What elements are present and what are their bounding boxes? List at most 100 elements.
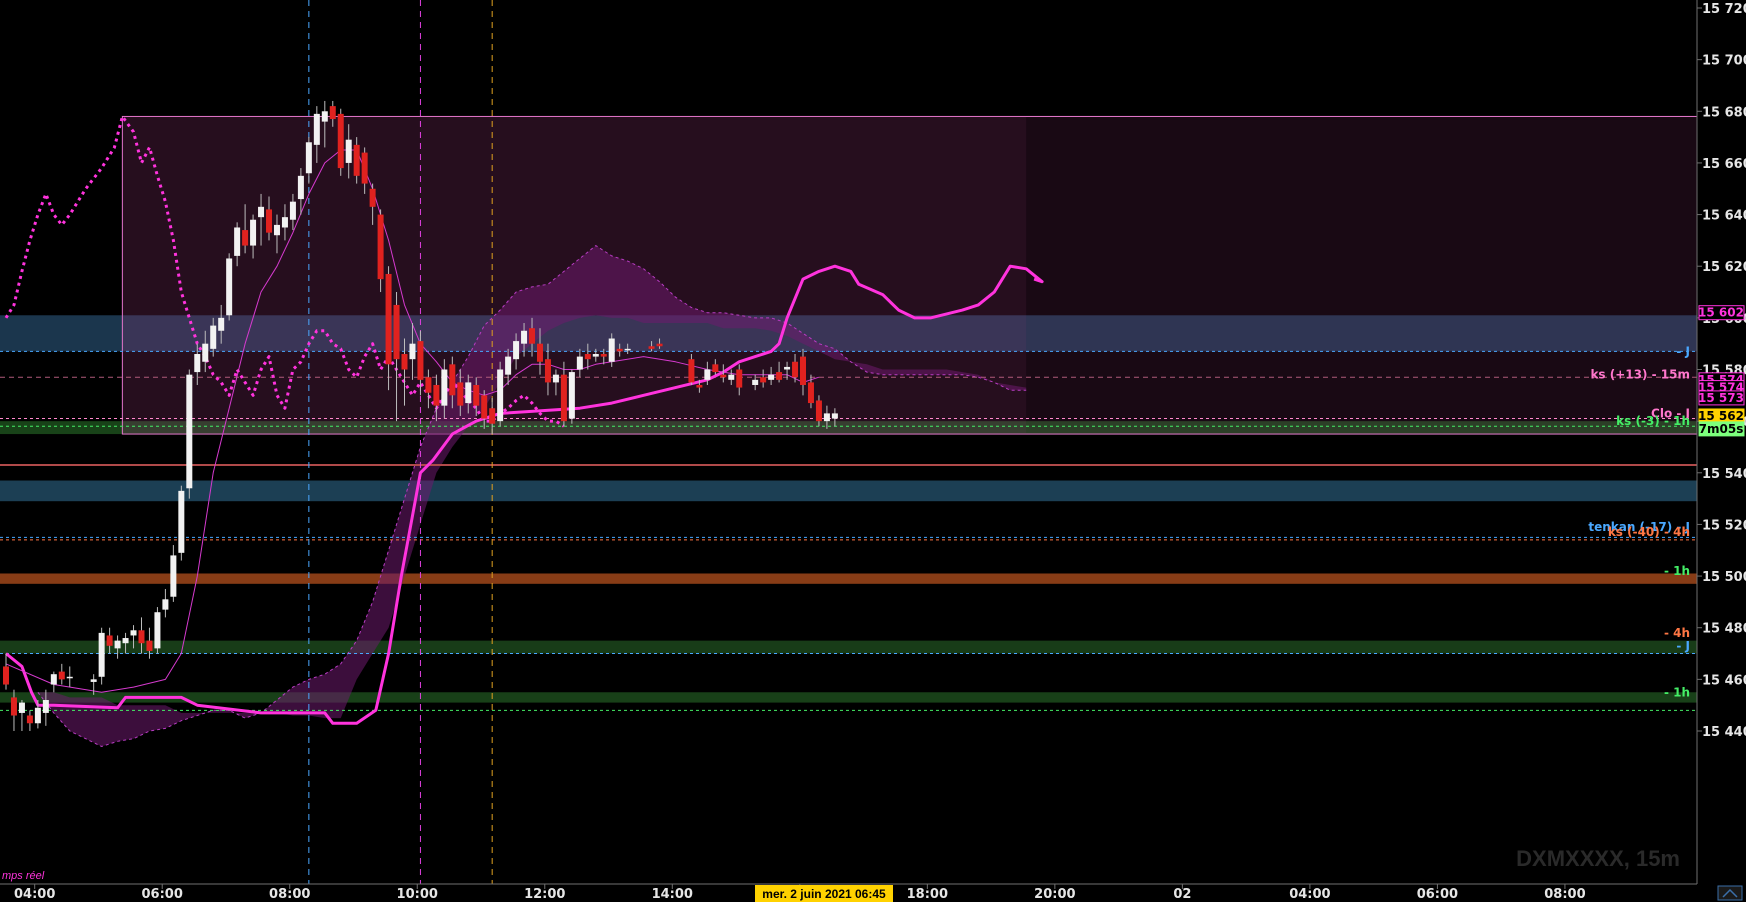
candle-body-2 [18,702,25,713]
x-tick-label-9: 02 [1173,887,1191,902]
candle-body-47 [393,304,400,360]
y-tick-label-13: 15 460 [1702,673,1746,688]
x-tick-label-2: 08:00 [269,887,310,902]
candle-body-9 [90,679,97,682]
candle-body-21 [186,374,193,489]
candle-body-61 [505,356,512,375]
candle-body-8 [66,676,73,679]
candle-body-39 [329,106,336,120]
zone-2 [0,480,1697,502]
candle-body-4 [34,707,41,724]
price-badge-3: 15 573 [1698,391,1744,405]
candle-body-69 [568,372,575,419]
candle-body-79 [688,359,695,383]
candle-body-92 [800,356,806,385]
candle-body-34 [289,201,296,220]
candle-body-74 [608,338,615,362]
candle-body-64 [529,328,536,344]
y-tick-label-0: 15 720 [1702,2,1746,17]
candle-body-13 [122,638,129,644]
cursor-date-label: mer. 2 juin 2021 06:45 [762,887,886,901]
x-tick-label-11: 06:00 [1417,887,1458,902]
y-axis[interactable]: 15 720 15 700 15 680 15 660 15 640 15 620 15 6… [1697,2,1746,740]
candle-body-76 [624,348,631,351]
x-tick-label-4: 12:00 [524,887,565,902]
candle-body-73 [600,354,607,357]
candle-body-1 [10,697,17,716]
level-label-1: ks (+13) - 15m [1590,368,1690,382]
candle-body-5 [42,700,49,713]
candle-body-14 [130,630,137,636]
candle-body-87 [760,377,767,383]
candle-body-12 [114,640,121,649]
candle-body-75 [616,348,623,352]
candle-body-0 [3,666,9,685]
candle-body-32 [273,224,280,236]
candle-body-18 [162,599,169,610]
candle-body-71 [584,354,591,360]
level-label-7: - 4h [1664,626,1690,640]
candle-body-62 [513,341,520,360]
y-tick-label-14: 15 440 [1702,725,1746,740]
candle-body-52 [433,384,440,406]
candle-body-42 [353,144,360,176]
zone-4 [0,640,1697,654]
candle-body-26 [226,258,233,316]
candle-body-46 [385,273,392,365]
candle-body-91 [792,361,799,378]
candle-body-72 [592,354,599,357]
level-label-5: ks (-40) - 4h [1608,525,1690,539]
mode-label: mps réel [2,870,45,882]
candle-body-80 [696,384,703,388]
candle-body-38 [321,111,328,122]
level-label-3: ks (-3) - 1h [1616,414,1690,428]
candle-body-59 [489,408,496,424]
candle-body-28 [242,230,249,246]
candle-body-66 [544,359,551,383]
candle-body-44 [369,188,376,207]
scroll-right-icon[interactable] [1717,885,1743,901]
y-tick-label-2: 15 680 [1702,105,1746,120]
price-badge-4: 15 562 [1698,409,1744,423]
candle-body-23 [202,343,209,362]
candle-body-33 [281,217,288,228]
y-tick-label-4: 15 640 [1702,209,1746,224]
level-label-6: - 1h [1664,564,1690,578]
candle-body-50 [417,341,424,380]
price-chart[interactable]: - Jks (+13) - 15mClo - Jks (-3) - 1htenk… [0,0,1746,902]
y-tick-label-11: 15 500 [1702,570,1746,585]
x-tick-label-10: 04:00 [1289,887,1330,902]
candle-body-93 [807,382,814,404]
candle-body-67 [552,374,559,383]
level-label-0: - J [1676,344,1690,358]
x-tick-label-1: 06:00 [142,887,183,902]
candle-body-63 [521,330,528,344]
candle-body-7 [58,671,65,680]
candle-body-3 [26,715,33,724]
candle-body-25 [218,317,225,331]
candle-body-41 [345,139,352,163]
candle-body-19 [170,555,177,597]
candle-body-10 [98,632,105,677]
candle-body-60 [497,369,504,422]
candle-body-31 [266,209,273,233]
y-tick-label-10: 15 520 [1702,518,1746,533]
candle-body-17 [154,612,161,649]
candle-body-36 [305,142,312,174]
zone-5 [0,692,1697,703]
candle-body-53 [441,369,448,406]
candle-body-35 [297,175,304,200]
candle-body-95 [823,413,830,422]
candle-body-30 [258,206,265,218]
candle-body-82 [712,364,719,373]
x-tick-label-3: 10:00 [397,887,438,902]
candle-body-27 [234,227,241,256]
candle-body-77 [648,346,655,349]
candle-body-54 [449,364,456,396]
candle-body-45 [377,214,384,280]
candle-body-40 [337,113,344,169]
zone-3 [0,573,1697,584]
price-badge-5: 7m05s [1699,422,1744,436]
candle-body-58 [481,395,488,419]
candle-body-29 [250,219,257,246]
